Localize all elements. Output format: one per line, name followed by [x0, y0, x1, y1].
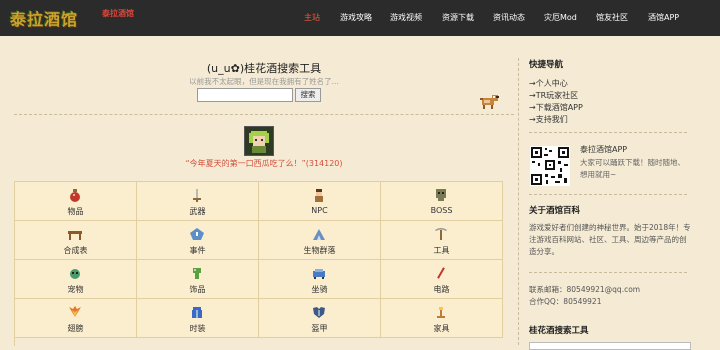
category-weapons[interactable]: 武器	[137, 182, 259, 221]
workbench-icon	[68, 231, 82, 240]
search-button[interactable]: 搜索	[295, 88, 321, 102]
nav-videos[interactable]: 游戏视频	[390, 12, 422, 23]
category-wiring[interactable]: 电路	[381, 260, 503, 299]
category-label: 家具	[433, 324, 450, 333]
category-label: 坐骑	[311, 285, 328, 294]
quick-link-download-app[interactable]: →下载酒馆APP	[529, 102, 583, 113]
tool-title: 桂花酒搜索工具	[529, 326, 589, 336]
category-pets[interactable]: 宠物	[15, 260, 137, 299]
sidebar: 快捷导航 →个人中心 →TR玩家社区 →下载酒馆APP →支持我们 泰拉酒馆AP…	[518, 36, 720, 350]
top-navbar: 泰拉酒馆 泰拉酒馆 主站 游戏攻略 游戏视频 资源下载 资讯动态 灾厄Mod 馆…	[0, 0, 720, 36]
nav-community[interactable]: 馆友社区	[596, 12, 628, 23]
category-items[interactable]: 物品	[15, 182, 137, 221]
divider	[529, 272, 687, 273]
category-wings[interactable]: 翅膀	[15, 299, 137, 338]
divider	[529, 194, 687, 195]
category-label: 饰品	[189, 285, 206, 294]
category-label: 盔甲	[311, 324, 328, 333]
biome-icon	[313, 229, 325, 240]
page-title: (u_u✿)桂花酒搜索工具	[206, 62, 322, 75]
nav-news[interactable]: 资讯动态	[493, 12, 525, 23]
category-label: BOSS	[430, 206, 453, 215]
app-description: 大家可以踊跃下载！随时随地、想用就用~	[580, 158, 685, 179]
category-biomes[interactable]: 生物群落	[259, 221, 381, 260]
category-events[interactable]: 事件	[137, 221, 259, 260]
app-qr-code	[530, 146, 570, 186]
mount-icon	[313, 269, 325, 279]
category-label: 武器	[189, 207, 206, 216]
avatar	[244, 126, 274, 156]
category-label: 生物群落	[303, 246, 336, 255]
site-logo[interactable]: 泰拉酒馆 泰拉酒馆	[10, 6, 135, 30]
category-label: 物品	[67, 207, 84, 216]
vanity-icon	[192, 307, 202, 318]
category-mounts[interactable]: 坐骑	[259, 260, 381, 299]
logo-subtext: 泰拉酒馆	[102, 9, 134, 18]
armor-icon	[313, 307, 325, 318]
daily-quote: “今年夏天的第一口西瓜吃了么！”(314120)	[185, 159, 343, 168]
category-tools[interactable]: 工具	[381, 221, 503, 260]
nav-downloads[interactable]: 资源下载	[442, 12, 474, 23]
skull-icon	[436, 189, 446, 201]
category-label: 工具	[433, 246, 450, 255]
category-label: NPC	[311, 206, 328, 215]
category-label: 事件	[189, 246, 206, 255]
main-content: (u_u✿)桂花酒搜索工具 以前我不太起眼，但是现在我拥有了姓名了... 搜索 …	[14, 36, 514, 346]
category-label: 合成表	[63, 246, 88, 255]
furniture-icon	[437, 307, 445, 318]
app-name: 泰拉酒馆APP	[580, 145, 628, 154]
dog-mascot-icon	[480, 95, 499, 109]
potion-icon	[70, 189, 80, 202]
sidebar-search-input[interactable]	[529, 342, 691, 350]
category-recipes[interactable]: 合成表	[15, 221, 137, 260]
wings-icon	[69, 306, 81, 317]
wire-icon	[437, 267, 445, 279]
category-boss[interactable]: BOSS	[381, 182, 503, 221]
search-bar: 搜索	[197, 88, 337, 102]
npc-icon	[315, 189, 323, 202]
category-accessories[interactable]: 饰品	[137, 260, 259, 299]
category-armor[interactable]: 盔甲	[259, 299, 381, 338]
category-label: 时装	[189, 324, 206, 333]
pet-icon	[70, 269, 80, 279]
quick-nav-title: 快捷导航	[529, 60, 564, 70]
quick-link-profile[interactable]: →个人中心	[529, 78, 568, 89]
event-icon	[190, 228, 204, 240]
pickaxe-icon	[435, 228, 447, 240]
nav-guides[interactable]: 游戏攻略	[340, 12, 372, 23]
divider	[529, 132, 687, 133]
category-label: 电路	[433, 285, 450, 294]
quick-link-support[interactable]: →支持我们	[529, 114, 568, 125]
about-title: 关于酒馆百科	[529, 206, 581, 216]
contact-email: 联系邮箱：80549921@qq.com	[529, 285, 641, 294]
category-furniture[interactable]: 家具	[381, 299, 503, 338]
category-vanity[interactable]: 时装	[137, 299, 259, 338]
category-label: 宠物	[67, 285, 84, 294]
nav-home[interactable]: 主站	[304, 12, 320, 23]
contact-qq: 合作QQ：80549921	[529, 297, 602, 306]
category-npc[interactable]: NPC	[259, 182, 381, 221]
quick-link-community[interactable]: →TR玩家社区	[529, 90, 578, 101]
divider	[14, 114, 514, 115]
nav-app[interactable]: 酒馆APP	[648, 12, 679, 23]
category-grid: 物品 武器 NPC BOSS 合成表 事件 生物群落 工具宠物 饰品 坐骑 电路翅膀 时装 盔甲 家具	[14, 181, 503, 346]
search-input[interactable]	[197, 88, 293, 102]
category-label: 翅膀	[67, 324, 84, 333]
accessory-icon	[193, 268, 201, 279]
sword-icon	[193, 189, 201, 202]
about-text: 游戏爱好者们创建的神秘世界。始于2018年！专注游戏百科网站、社区、工具、周边等…	[529, 223, 691, 256]
page-subtitle: 以前我不太起眼，但是现在我拥有了姓名了...	[189, 77, 339, 86]
nav-calamity-mod[interactable]: 灾厄Mod	[544, 12, 577, 23]
